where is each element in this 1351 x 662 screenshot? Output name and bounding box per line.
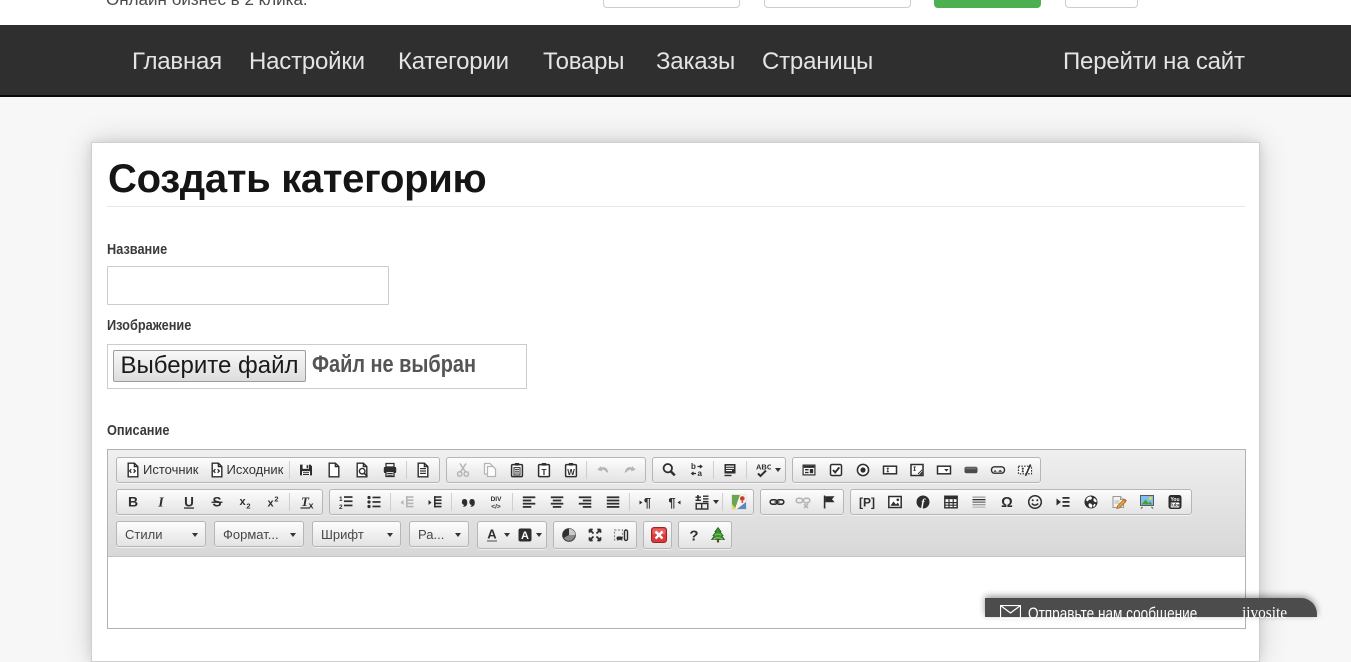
svg-text:I: I bbox=[157, 496, 164, 511]
svg-text:A: A bbox=[487, 527, 497, 542]
svg-text:[P]: [P] bbox=[859, 496, 875, 510]
svg-text:x: x bbox=[239, 496, 246, 508]
svg-text:Tube: Tube bbox=[1170, 503, 1181, 508]
svg-text:2: 2 bbox=[274, 495, 278, 504]
svg-text:x: x bbox=[267, 498, 274, 510]
svg-text:a: a bbox=[698, 469, 703, 478]
svg-text:T: T bbox=[542, 467, 548, 477]
svg-text:B: B bbox=[128, 494, 138, 510]
svg-text:Ω: Ω bbox=[1001, 495, 1013, 510]
svg-text:¶: ¶ bbox=[644, 495, 651, 510]
svg-text:x: x bbox=[308, 501, 313, 511]
svg-text:</>: </> bbox=[491, 504, 501, 511]
svg-text:ABC: ABC bbox=[756, 463, 771, 472]
svg-text:2: 2 bbox=[246, 502, 250, 511]
svg-text:1: 1 bbox=[339, 496, 343, 503]
svg-text:b: b bbox=[691, 462, 696, 471]
svg-text:W: W bbox=[568, 468, 576, 477]
svg-text:U: U bbox=[184, 495, 194, 510]
svg-text:2: 2 bbox=[339, 504, 343, 510]
svg-text:?: ? bbox=[689, 528, 698, 544]
svg-text:A: A bbox=[521, 530, 529, 542]
svg-text:¶: ¶ bbox=[668, 495, 675, 510]
svg-text:DIV: DIV bbox=[491, 496, 503, 503]
